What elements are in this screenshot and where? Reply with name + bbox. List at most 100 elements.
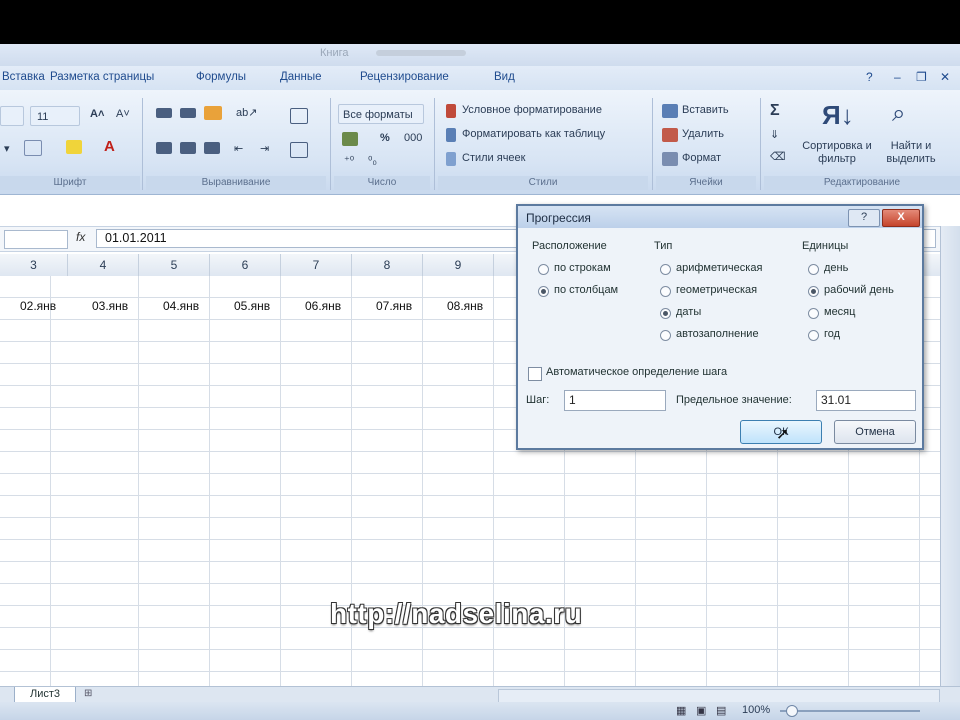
font-name-box[interactable] [0, 106, 24, 126]
grow-font-icon[interactable]: A˄ [90, 108, 104, 120]
column-header[interactable]: 5 [139, 254, 210, 276]
thousands-icon[interactable]: 000 [404, 132, 422, 144]
step-input[interactable]: 1 [564, 390, 666, 411]
align-right-icon[interactable] [204, 142, 220, 154]
borders-icon[interactable] [24, 140, 42, 156]
sort-filter-icon[interactable]: Я↓ [822, 100, 854, 131]
conditional-format-icon[interactable] [446, 104, 456, 118]
format-as-table-icon[interactable] [446, 128, 456, 142]
radio-dates[interactable] [660, 308, 671, 319]
find-select-button[interactable]: Найти и выделить [878, 140, 944, 166]
column-header[interactable]: 8 [352, 254, 423, 276]
merge-cells-icon[interactable] [290, 142, 308, 158]
font-size-box[interactable]: 11 [30, 106, 80, 126]
shrink-font-icon[interactable]: A˅ [116, 108, 130, 120]
tab-data[interactable]: Данные [280, 71, 322, 83]
radio-autofill[interactable] [660, 330, 671, 341]
cell-styles-icon[interactable] [446, 152, 456, 166]
align-middle-icon[interactable] [180, 108, 196, 118]
column-header[interactable]: 9 [423, 254, 494, 276]
column-header[interactable]: 7 [281, 254, 352, 276]
sheet-tab[interactable]: Лист3 [14, 687, 76, 703]
orientation-icon[interactable]: ab↗ [236, 106, 257, 119]
progression-dialog: Прогрессия ? X Расположение по строкам п… [516, 204, 924, 450]
restore-icon[interactable]: ❐ [916, 70, 927, 84]
radio-day[interactable] [808, 264, 819, 275]
radio-geometric[interactable] [660, 286, 671, 297]
auto-step-checkbox[interactable] [528, 367, 542, 381]
radio-by-rows[interactable] [538, 264, 549, 275]
cell[interactable]: 07.янв [376, 299, 412, 313]
minimize-icon[interactable]: – [894, 70, 901, 84]
dialog-close-button[interactable]: X [882, 209, 920, 227]
column-header[interactable]: 6 [210, 254, 281, 276]
page-break-view-icon[interactable]: ▤ [716, 704, 726, 717]
column-header[interactable]: 4 [68, 254, 139, 276]
limit-input[interactable]: 31.01 [816, 390, 916, 411]
page-layout-view-icon[interactable]: ▣ [696, 704, 706, 717]
increase-decimal-icon[interactable]: ⁺⁰ [344, 154, 354, 167]
fx-icon[interactable]: fx [76, 230, 85, 244]
vertical-scrollbar[interactable] [940, 226, 960, 686]
radio-label: даты [676, 306, 702, 318]
tab-insert[interactable]: Вставка [2, 71, 45, 83]
wrap-text-icon[interactable] [290, 108, 308, 124]
close-icon[interactable]: ✕ [940, 70, 950, 84]
conditional-format-button[interactable]: Условное форматирование [462, 104, 602, 116]
percent-icon[interactable]: % [380, 132, 390, 144]
find-select-icon[interactable]: ⌕ [892, 100, 905, 128]
radio-by-columns[interactable] [538, 286, 549, 297]
fill-color-icon[interactable] [66, 140, 82, 154]
font-color-icon[interactable]: A [104, 138, 115, 155]
normal-view-icon[interactable]: ▦ [676, 704, 686, 717]
decrease-decimal-icon[interactable]: ⁰₀ [368, 154, 377, 167]
cell-styles-button[interactable]: Стили ячеек [462, 152, 525, 164]
zoom-slider-knob[interactable] [786, 705, 798, 717]
align-left-icon[interactable] [156, 142, 172, 154]
cell[interactable]: 02.янв [20, 299, 56, 313]
number-format-dropdown[interactable]: Все форматы [338, 104, 424, 124]
autosum-icon[interactable]: Σ [770, 102, 780, 120]
align-top-icon[interactable] [156, 108, 172, 118]
radio-year[interactable] [808, 330, 819, 341]
zoom-level[interactable]: 100% [742, 704, 770, 716]
currency-icon[interactable] [342, 132, 358, 146]
format-cells-icon[interactable] [662, 152, 678, 166]
sort-filter-button[interactable]: Сортировка и фильтр [800, 140, 874, 166]
cell[interactable]: 04.янв [163, 299, 199, 313]
tab-view[interactable]: Вид [494, 71, 515, 83]
tab-page-layout[interactable]: Разметка страницы [50, 71, 154, 83]
underline-icon[interactable]: ▾ [4, 142, 10, 155]
delete-cells-icon[interactable] [662, 128, 678, 142]
dialog-help-button[interactable]: ? [848, 209, 880, 227]
insert-sheet-icon[interactable]: ⊞ [84, 688, 92, 699]
group-alignment-label: Выравнивание [146, 176, 326, 190]
format-cells-button[interactable]: Формат [682, 152, 721, 164]
format-as-table-button[interactable]: Форматировать как таблицу [462, 128, 605, 140]
cancel-button[interactable]: Отмена [834, 420, 916, 444]
decrease-indent-icon[interactable]: ⇤ [234, 142, 243, 155]
insert-cells-button[interactable]: Вставить [682, 104, 729, 116]
horizontal-scrollbar[interactable] [498, 689, 940, 703]
tab-formulas[interactable]: Формулы [196, 71, 246, 83]
increase-indent-icon[interactable]: ⇥ [260, 142, 269, 155]
cell[interactable]: 03.янв [92, 299, 128, 313]
clear-icon[interactable]: ⌫ [770, 150, 786, 163]
delete-cells-button[interactable]: Удалить [682, 128, 724, 140]
align-bottom-icon[interactable] [204, 106, 222, 120]
cell[interactable]: 08.янв [447, 299, 483, 313]
zoom-slider[interactable] [780, 710, 920, 712]
radio-workday[interactable] [808, 286, 819, 297]
radio-month[interactable] [808, 308, 819, 319]
fill-icon[interactable]: ⇓ [770, 128, 779, 141]
cell[interactable]: 06.янв [305, 299, 341, 313]
radio-arithmetic[interactable] [660, 264, 671, 275]
tab-review[interactable]: Рецензирование [360, 71, 449, 83]
column-header[interactable]: 3 [0, 254, 68, 276]
name-box[interactable] [4, 230, 68, 249]
help-icon[interactable]: ? [866, 70, 873, 84]
cell[interactable]: 05.янв [234, 299, 270, 313]
insert-cells-icon[interactable] [662, 104, 678, 118]
sheet-tab-bar: Лист3 ⊞ [0, 686, 960, 703]
align-center-icon[interactable] [180, 142, 196, 154]
